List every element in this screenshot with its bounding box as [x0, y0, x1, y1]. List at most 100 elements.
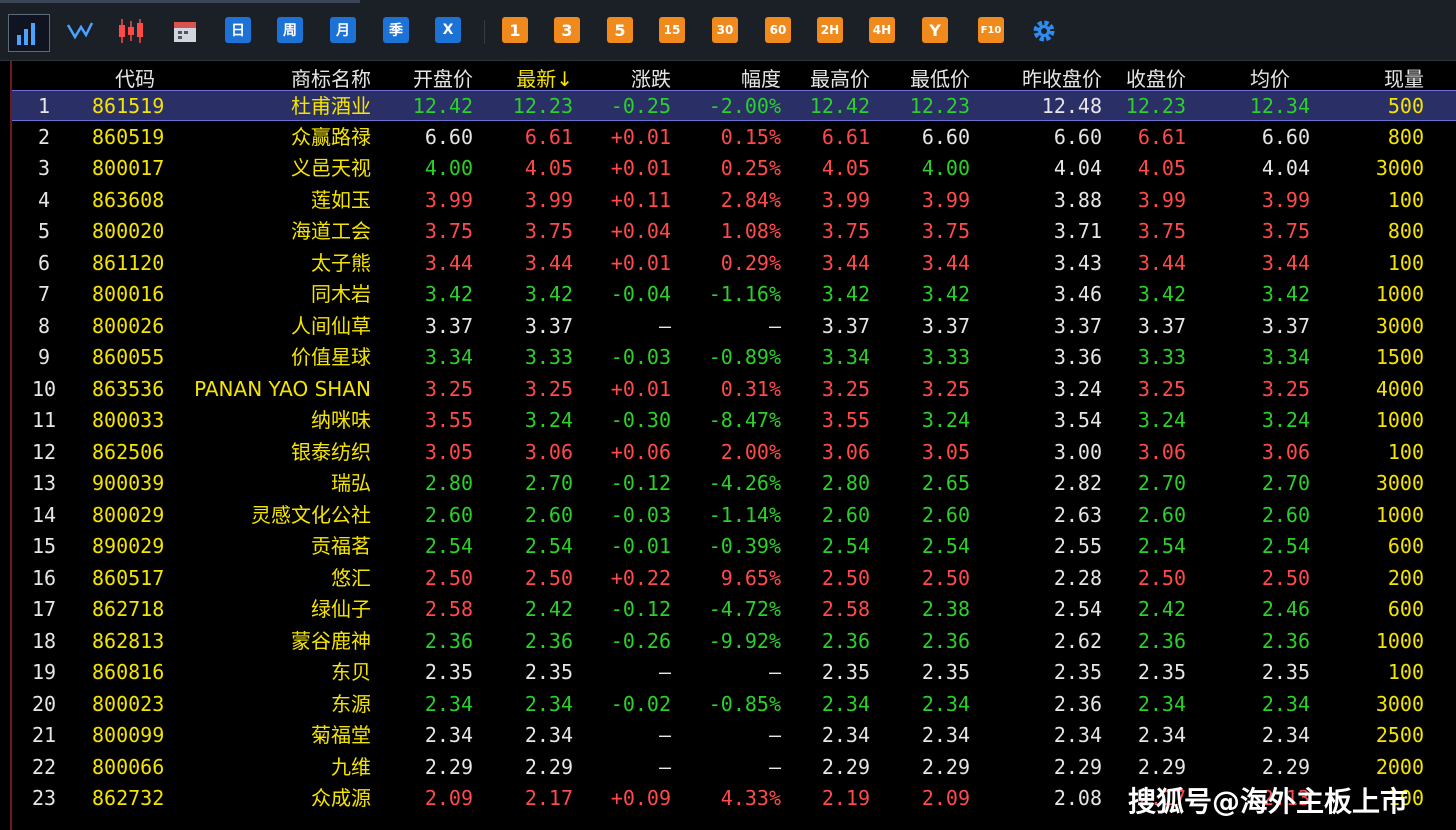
period-2h-button[interactable]: 2H: [817, 17, 843, 43]
stock-code: 800020: [92, 219, 165, 243]
last-price: 3.33: [524, 345, 573, 369]
stock-name: 东源: [331, 691, 371, 716]
stock-name: 银泰纺织: [291, 439, 371, 464]
table-row[interactable]: 17 862718 绿仙子 2.58 2.42 -0.12 -4.72% 2.58 2.38 2.…: [12, 594, 1456, 625]
volume: 500: [1387, 94, 1424, 118]
close-price: 2.29: [1137, 754, 1186, 779]
close-price: 2.35: [1137, 660, 1186, 684]
table-row[interactable]: 8 800026 人间仙草 3.37 3.37 — — 3.37 3.37 3.37 3.37 3.3…: [12, 311, 1456, 342]
close-price: 3.06: [1137, 439, 1186, 464]
stock-code: 890029: [92, 534, 165, 558]
table-row[interactable]: 7 800016 同木岩 3.42 3.42 -0.04 -1.16% 3.42 3.42 3.4…: [12, 279, 1456, 310]
close-price: 3.44: [1137, 250, 1186, 275]
last-price: 2.36: [524, 628, 573, 653]
header-code[interactable]: 代码: [115, 63, 155, 92]
volume: 2000: [1375, 754, 1424, 779]
table-row[interactable]: 18 862813 蒙谷鹿神 2.36 2.36 -0.26 -9.92% 2.36 2.36 2…: [12, 626, 1456, 657]
period-day-button[interactable]: 日: [225, 17, 251, 43]
period-30min-button[interactable]: 30: [712, 17, 738, 43]
period-5min-button[interactable]: 5: [607, 17, 633, 43]
high-price: 2.34: [821, 691, 870, 716]
high-price: 3.55: [821, 408, 870, 432]
header-last-sorted[interactable]: 最新↓: [516, 63, 573, 92]
period-custom-button[interactable]: X: [435, 17, 461, 43]
table-row[interactable]: 12 862506 银泰纺织 3.05 3.06 +0.06 2.00% 3.06 3.05 3.…: [12, 437, 1456, 468]
table-row[interactable]: 19 860816 东贝 2.35 2.35 — — 2.35 2.35 2.35 2.35 2.35…: [12, 657, 1456, 688]
low-price: 2.09: [921, 786, 970, 810]
header-prev-close[interactable]: 昨收盘价: [1022, 63, 1102, 92]
period-month-button[interactable]: 月: [330, 17, 356, 43]
header-avg[interactable]: 均价: [1250, 63, 1290, 92]
period-season-button[interactable]: 季: [383, 17, 409, 43]
table-row[interactable]: 5 800020 海道工会 3.75 3.75 +0.04 1.08% 3.75 3.75 3.7…: [12, 216, 1456, 247]
avg-price: 2.34: [1261, 691, 1310, 716]
bar-chart-icon[interactable]: [8, 14, 50, 52]
high-price: 2.19: [821, 786, 870, 810]
change: +0.01: [610, 156, 671, 180]
open-price: 3.05: [424, 439, 473, 464]
high-price: 2.58: [821, 597, 870, 621]
header-percent[interactable]: 幅度: [741, 63, 781, 92]
period-3min-button[interactable]: 3: [554, 17, 580, 43]
stock-code: 800066: [92, 754, 165, 779]
stock-name: 东贝: [331, 660, 371, 684]
volume: 1000: [1375, 502, 1424, 527]
gear-icon[interactable]: [1030, 17, 1058, 45]
open-price: 3.55: [424, 408, 473, 432]
row-number: 19: [31, 660, 57, 684]
header-low[interactable]: 最低价: [910, 63, 970, 92]
header-close[interactable]: 收盘价: [1126, 63, 1186, 92]
prev-close: 3.46: [1053, 282, 1102, 306]
table-row[interactable]: 20 800023 东源 2.34 2.34 -0.02 -0.85% 2.34 2.34 2.3…: [12, 689, 1456, 720]
period-1min-button[interactable]: 1: [502, 17, 528, 43]
header-change[interactable]: 涨跌: [631, 63, 671, 92]
table-row[interactable]: 21 800099 菊福堂 2.34 2.34 — — 2.34 2.34 2.34 2.34 2.3…: [12, 720, 1456, 751]
header-volume[interactable]: 现量: [1384, 63, 1424, 92]
stock-code: 800026: [92, 313, 165, 338]
prev-close: 2.36: [1053, 691, 1102, 716]
table-row[interactable]: 16 860517 悠汇 2.50 2.50 +0.22 9.65% 2.50 2.50 2.28…: [12, 563, 1456, 594]
calendar-icon[interactable]: [171, 17, 199, 45]
table-row[interactable]: 13 900039 瑞弘 2.80 2.70 -0.12 -4.26% 2.80 2.65 2.8…: [12, 468, 1456, 499]
stock-name: 同木岩: [311, 282, 371, 306]
stock-code: 860816: [92, 660, 165, 684]
row-number: 11: [31, 408, 57, 432]
period-15min-button[interactable]: 15: [659, 17, 685, 43]
volume: 3000: [1375, 471, 1424, 495]
period-4h-button[interactable]: 4H: [869, 17, 895, 43]
low-price: 3.75: [921, 219, 970, 243]
line-chart-icon[interactable]: [66, 17, 94, 45]
period-year-button[interactable]: Y: [922, 17, 948, 43]
table-row[interactable]: 3 800017 义邑天视 4.00 4.05 +0.01 0.25% 4.05 4.00 4.0…: [12, 153, 1456, 184]
stock-code: 863536: [92, 376, 165, 401]
low-price: 3.42: [921, 282, 970, 306]
prev-close: 3.00: [1053, 439, 1102, 464]
avg-price: 2.46: [1261, 597, 1310, 621]
table-row[interactable]: 15 890029 贡福茗 2.54 2.54 -0.01 -0.39% 2.54 2.54 2.…: [12, 531, 1456, 562]
table-row[interactable]: 2 860519 众赢路禄 6.60 6.61 +0.01 0.15% 6.61 6.60 6.6…: [12, 122, 1456, 153]
period-60min-button[interactable]: 60: [765, 17, 791, 43]
table-row[interactable]: 22 800066 九维 2.29 2.29 — — 2.29 2.29 2.29 2.29 2.29…: [12, 752, 1456, 783]
stock-name: 瑞弘: [331, 471, 371, 495]
period-week-button[interactable]: 周: [277, 17, 303, 43]
candlestick-icon[interactable]: [117, 17, 145, 45]
header-open[interactable]: 开盘价: [413, 63, 473, 92]
table-row[interactable]: 11 800033 纳咪味 3.55 3.24 -0.30 -8.47% 3.55 3.24 3.…: [12, 405, 1456, 436]
change: —: [658, 723, 671, 747]
table-row[interactable]: 9 860055 价值星球 3.34 3.33 -0.03 -0.89% 3.34 3.33 3.…: [12, 342, 1456, 373]
header-high[interactable]: 最高价: [810, 63, 870, 92]
header-name[interactable]: 商标名称: [291, 63, 371, 92]
table-row[interactable]: 14 800029 灵感文化公社 2.60 2.60 -0.03 -1.14% 2.60 2.6…: [12, 500, 1456, 531]
change-percent: -9.92%: [708, 628, 781, 653]
f10-info-button[interactable]: F10: [978, 17, 1004, 43]
stock-name: 九维: [331, 754, 371, 779]
close-price: 2.60: [1137, 502, 1186, 527]
table-row[interactable]: 10 863536 PANAN YAO SHAN 3.25 3.25 +0.01 0.31%…: [12, 374, 1456, 405]
table-row[interactable]: 6 861120 太子熊 3.44 3.44 +0.01 0.29% 3.44 3.44 3.43…: [12, 248, 1456, 279]
table-row[interactable]: 4 863608 莲如玉 3.99 3.99 +0.11 2.84% 3.99 3.99 3.88…: [12, 185, 1456, 216]
change-percent: 2.84%: [720, 187, 781, 212]
table-row[interactable]: 1 861519 杜甫酒业 12.42 12.23 -0.25 -2.00% 12.42 12.…: [12, 90, 1456, 121]
last-price: 3.42: [524, 282, 573, 306]
row-number: 18: [31, 628, 57, 653]
last-price: 2.60: [524, 502, 573, 527]
